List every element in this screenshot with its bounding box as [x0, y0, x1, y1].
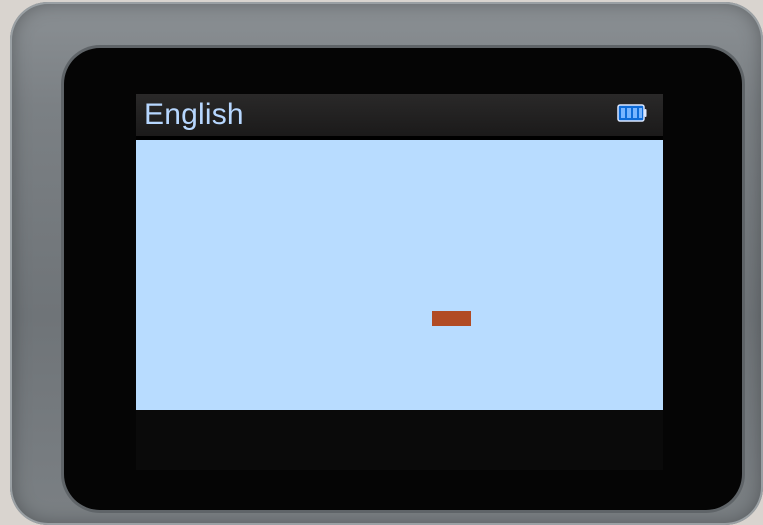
- page-title: English: [144, 98, 244, 131]
- screen-bezel: English: [64, 48, 742, 510]
- screen-bottom-margin: [136, 410, 663, 470]
- selection-indicator: [432, 311, 471, 326]
- display-screen: English: [136, 94, 663, 410]
- status-bar: English: [136, 94, 663, 136]
- main-content-area: [136, 140, 663, 410]
- battery-icon: [617, 104, 647, 122]
- device-frame: English: [10, 2, 763, 525]
